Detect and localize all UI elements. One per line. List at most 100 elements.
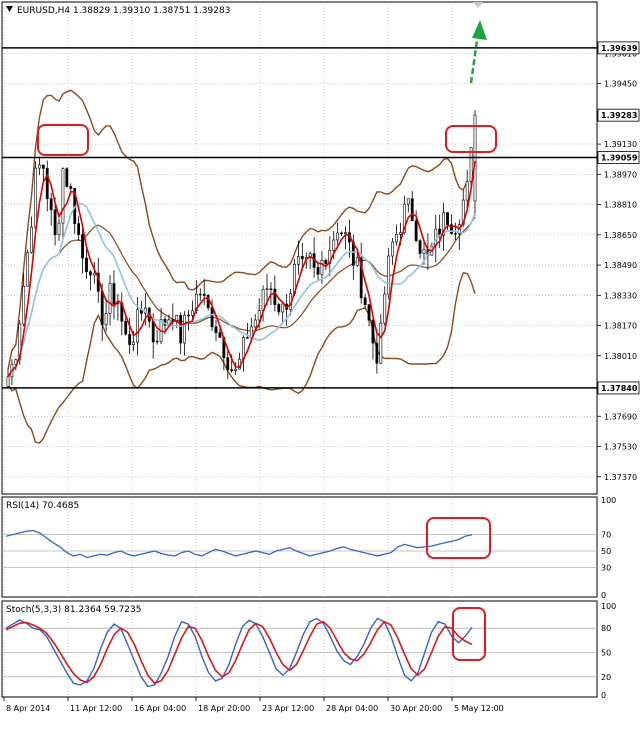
candle-body: [22, 285, 26, 325]
candle-body: [363, 297, 367, 305]
candle-body: [210, 307, 214, 328]
candle-body: [151, 321, 155, 343]
candle-body: [6, 376, 10, 387]
candle-body: [202, 293, 206, 296]
candle-body: [183, 314, 186, 344]
candle-body: [69, 186, 73, 189]
price-tick-label: 1.38490: [604, 261, 637, 270]
candle-body: [324, 260, 328, 264]
candle-body: [30, 226, 33, 253]
stoch-tick-label: 80: [601, 624, 611, 633]
candle-body: [261, 289, 265, 311]
candle-body: [65, 168, 69, 187]
candle-body: [155, 340, 159, 343]
price-tick-label: 1.37370: [604, 473, 637, 482]
candle-body: [104, 312, 108, 325]
candle-body: [187, 314, 190, 317]
candle-body: [124, 320, 128, 335]
time-tick-label: 28 Apr 04:00: [326, 704, 378, 713]
stoch-title: Stoch(5,3,3) 81.2364 59.7235: [6, 605, 141, 615]
candle-body: [81, 234, 84, 259]
candle-body: [234, 368, 238, 372]
candle-body: [406, 198, 410, 205]
time-tick-label: 30 Apr 20:00: [390, 704, 442, 713]
candle-body: [85, 257, 88, 273]
price-tag-label: 1.37840: [601, 384, 638, 393]
price-tick-label: 1.38650: [604, 231, 637, 240]
candle-body: [410, 198, 414, 222]
candle-body: [191, 310, 194, 316]
candle-body: [446, 212, 449, 225]
candle-body: [37, 164, 41, 169]
rsi-title: RSI(14) 70.4685: [6, 501, 79, 511]
candle-body: [61, 168, 65, 224]
candle-body: [41, 164, 45, 169]
stoch-tick-label: 100: [601, 602, 616, 611]
candle-body: [53, 209, 57, 236]
candle-body: [108, 283, 112, 314]
stoch-tick-label: 0: [601, 691, 606, 700]
candle-body: [399, 232, 402, 235]
candle-body: [383, 293, 387, 324]
candle-body: [257, 310, 261, 321]
price-tick-label: 1.38170: [604, 322, 637, 331]
price-tick-label: 1.38810: [604, 201, 637, 210]
candle-body: [453, 233, 457, 235]
price-panel: [1, 1, 598, 495]
candle-body: [395, 233, 398, 243]
price-tick-label: 1.39450: [604, 80, 637, 89]
rsi-tick-label: 0: [601, 591, 606, 600]
candle-body: [277, 304, 281, 313]
candle-body: [77, 223, 81, 235]
candle-body: [300, 256, 304, 260]
price-tick-label: 1.37690: [604, 412, 637, 421]
candle-body: [245, 337, 249, 339]
candle-body: [281, 303, 285, 313]
candle-body: [355, 257, 359, 266]
price-tick-label: 1.38010: [604, 352, 637, 361]
candle-body: [422, 249, 426, 254]
candle-body: [391, 241, 394, 257]
candle-body: [336, 232, 340, 241]
chart-header: EURUSD,H4 1.38829 1.39310 1.38751 1.3928…: [17, 6, 230, 16]
candle-body: [26, 251, 30, 287]
price-tag-label: 1.39059: [601, 154, 638, 163]
candle-body: [92, 272, 96, 276]
candle-body: [367, 304, 371, 321]
candle-body: [226, 357, 230, 370]
chart-canvas: 1.396101.394501.391301.389701.388101.386…: [1, 1, 640, 713]
price-tick-label: 1.38970: [604, 170, 637, 179]
candle-body: [45, 168, 49, 199]
candle-body: [214, 326, 218, 333]
time-tick-label: 5 May 12:00: [454, 704, 504, 713]
candle-body: [273, 288, 277, 305]
rsi-tick-label: 100: [601, 496, 616, 505]
time-tick-label: 23 Apr 12:00: [262, 704, 314, 713]
candle-body: [112, 283, 116, 305]
price-tag-label: 1.39283: [601, 111, 637, 120]
stoch-tick-label: 20: [601, 673, 611, 682]
candle-body: [57, 222, 61, 236]
time-tick-label: 11 Apr 12:00: [70, 704, 122, 713]
stoch-tick-label: 50: [601, 649, 611, 658]
candle-body: [320, 260, 324, 275]
candle-body: [418, 240, 422, 254]
stoch-panel: [1, 600, 598, 698]
time-tick-label: 8 Apr 2014: [6, 704, 50, 713]
candle-body: [332, 239, 336, 251]
price-tick-label: 1.39130: [604, 140, 637, 149]
candle-body: [465, 181, 469, 201]
rsi-tick-label: 50: [601, 547, 611, 556]
candle-body: [379, 322, 383, 364]
candle-body: [387, 255, 391, 295]
rsi-tick-label: 30: [601, 563, 611, 572]
candle-body: [49, 198, 53, 211]
candle-body: [100, 290, 104, 325]
candle-body: [218, 332, 222, 338]
rsi-tick-label: 70: [601, 531, 611, 540]
candle-body: [316, 267, 320, 275]
candle-body: [198, 293, 202, 296]
candle-body: [230, 369, 234, 372]
candle-body: [344, 232, 347, 234]
candle-body: [371, 320, 375, 344]
